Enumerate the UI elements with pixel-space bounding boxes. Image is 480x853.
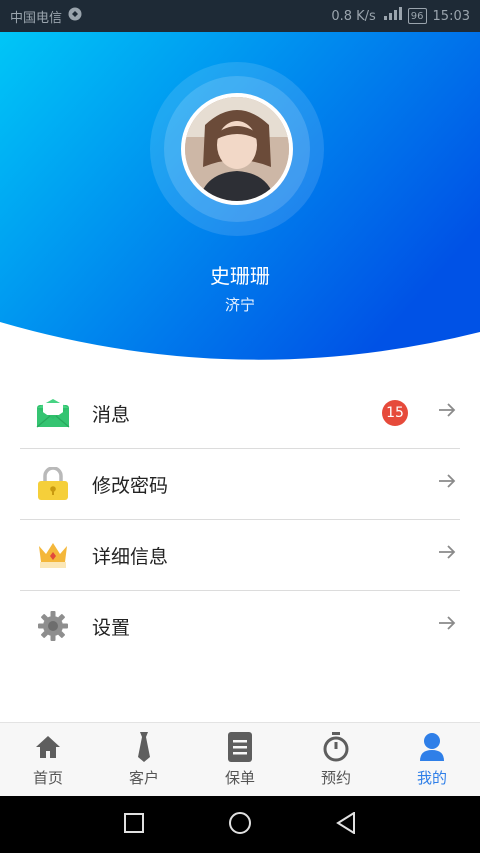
arrow-right-icon (438, 472, 456, 490)
bottom-tab-bar: 首页 客户 保单 预约 我的 (0, 722, 480, 797)
user-city: 济宁 (224, 296, 255, 314)
avatar-container (150, 62, 324, 236)
tab-mine[interactable]: 我的 (384, 723, 480, 797)
user-icon (417, 731, 447, 763)
battery-icon: 96 (407, 8, 427, 24)
tab-appointments[interactable]: 预约 (288, 723, 384, 797)
tab-label-appointments: 预约 (320, 769, 351, 787)
menu-item-messages[interactable]: 消息 15 (20, 378, 460, 449)
crown-icon (36, 538, 70, 572)
document-icon (225, 731, 255, 763)
menu-label-change-password: 修改密码 (92, 474, 169, 497)
tab-label-home: 首页 (32, 769, 63, 787)
arrow-right-icon (438, 543, 456, 561)
stopwatch-icon (321, 731, 351, 763)
lock-icon (36, 467, 70, 501)
battery-level: 96 (410, 10, 424, 22)
menu-label-details: 详细信息 (92, 545, 169, 568)
tie-icon (129, 731, 159, 763)
tab-label-mine: 我的 (416, 769, 447, 787)
clock: 15:03 (432, 8, 470, 24)
unread-count-badge: 15 (382, 400, 408, 426)
back-button[interactable] (336, 810, 356, 838)
tab-customers[interactable]: 客户 (96, 723, 192, 797)
carrier-label: 中国电信 (10, 10, 63, 26)
home-icon (33, 731, 63, 763)
tab-policies[interactable]: 保单 (192, 723, 288, 797)
status-bar: 中国电信 0.8 K/s 96 15:03 (0, 0, 480, 32)
network-speed: 0.8 K/s (331, 8, 376, 24)
tab-home[interactable]: 首页 (0, 723, 96, 797)
gear-icon (36, 609, 70, 643)
menu-item-change-password[interactable]: 修改密码 (20, 449, 460, 520)
recent-apps-button[interactable] (124, 812, 144, 837)
arrow-right-icon (438, 614, 456, 632)
system-navigation-bar (0, 796, 480, 853)
app-notification-icon (68, 7, 82, 25)
profile-header: 史珊珊 济宁 (0, 32, 480, 362)
menu-label-settings: 设置 (92, 616, 131, 639)
profile-menu: 消息 15 修改密码 详细信息 设置 (20, 378, 460, 661)
menu-item-settings[interactable]: 设置 (20, 591, 460, 661)
avatar[interactable] (181, 93, 293, 205)
menu-item-details[interactable]: 详细信息 (20, 520, 460, 591)
tab-label-customers: 客户 (128, 769, 159, 787)
home-button[interactable] (228, 811, 252, 839)
arrow-right-icon (438, 401, 456, 419)
signal-icon (382, 7, 402, 25)
mail-icon (36, 396, 70, 430)
user-name: 史珊珊 (210, 264, 270, 288)
tab-label-policies: 保单 (224, 769, 255, 787)
